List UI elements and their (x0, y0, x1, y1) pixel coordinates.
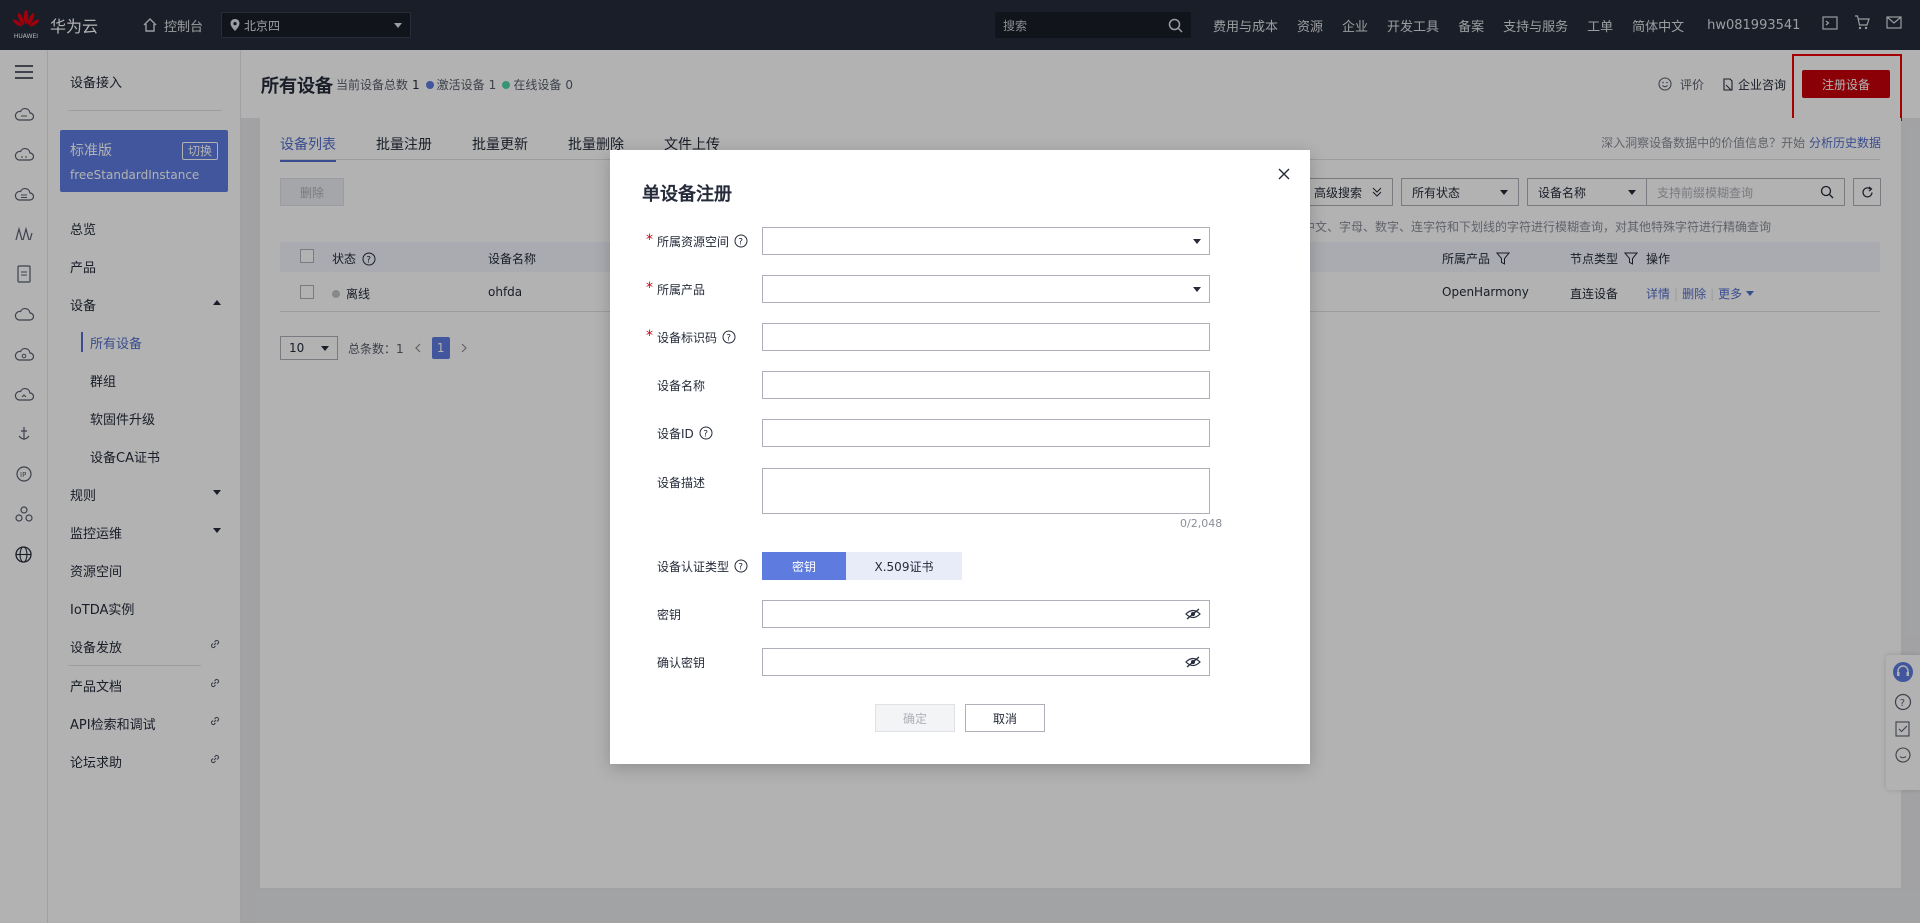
secret-input[interactable] (762, 600, 1210, 628)
svg-text:?: ? (703, 430, 708, 440)
svg-text:?: ? (738, 563, 743, 573)
field-node-id: * 设备标识码 ? (642, 323, 1210, 351)
help-icon[interactable]: ? (722, 330, 736, 344)
resource-space-label: * 所属资源空间 ? (642, 231, 762, 250)
field-confirm-secret: 确认密钥 (642, 648, 1210, 676)
field-description: 设备描述 (642, 468, 1210, 514)
required-mark: * (646, 327, 653, 344)
device-id-input[interactable] (762, 419, 1210, 447)
description-label: 设备描述 (642, 468, 762, 491)
device-name-label: 设备名称 (642, 377, 762, 394)
auth-type-toggle: 密钥 X.509证书 (762, 552, 962, 580)
node-id-input[interactable] (762, 323, 1210, 351)
product-label: * 所属产品 (642, 279, 762, 298)
auth-type-text: 设备认证类型 (657, 559, 730, 574)
confirm-button[interactable]: 确定 (875, 704, 955, 732)
required-mark: * (646, 279, 653, 296)
resource-space-text: 所属资源空间 (657, 234, 730, 249)
help-icon[interactable]: ? (734, 234, 748, 248)
description-text: 设备描述 (657, 476, 706, 490)
secret-text: 密钥 (657, 607, 682, 622)
field-secret: 密钥 (642, 600, 1210, 628)
device-name-text: 设备名称 (657, 378, 706, 393)
auth-x509-option[interactable]: X.509证书 (846, 552, 962, 580)
secret-label: 密钥 (642, 606, 762, 623)
dialog-title: 单设备注册 (642, 184, 732, 205)
auth-secret-option[interactable]: 密钥 (762, 552, 846, 580)
register-device-dialog: 单设备注册 * 所属资源空间 ? * 所属产品 * 设备标识码 ? 设备名称 设… (610, 150, 1310, 764)
svg-text:?: ? (738, 238, 743, 248)
required-mark: * (646, 231, 653, 248)
caret-down-icon (1193, 286, 1201, 292)
confirm-secret-text: 确认密钥 (657, 655, 706, 670)
field-auth-type: 设备认证类型 ? 密钥 X.509证书 (642, 552, 962, 580)
product-text: 所属产品 (657, 282, 706, 297)
product-select[interactable] (762, 275, 1210, 303)
help-icon[interactable]: ? (699, 426, 713, 440)
node-id-text: 设备标识码 (657, 330, 718, 345)
caret-down-icon (1193, 238, 1201, 244)
svg-text:?: ? (726, 334, 731, 344)
confirm-secret-input[interactable] (762, 648, 1210, 676)
description-counter: 0/2,048 (1180, 517, 1223, 530)
resource-space-select[interactable] (762, 227, 1210, 255)
field-device-name: 设备名称 (642, 371, 1210, 399)
device-id-text: 设备ID (657, 426, 694, 441)
close-icon (1278, 168, 1290, 180)
field-resource-space: * 所属资源空间 ? (642, 227, 1210, 255)
field-product: * 所属产品 (642, 275, 1210, 303)
description-textarea[interactable] (762, 468, 1210, 514)
cancel-button[interactable]: 取消 (965, 704, 1045, 732)
confirm-secret-label: 确认密钥 (642, 654, 762, 671)
node-id-label: * 设备标识码 ? (642, 327, 762, 346)
eye-hidden-icon[interactable] (1185, 656, 1201, 668)
device-id-label: 设备ID ? (642, 425, 762, 442)
dialog-close-button[interactable] (1278, 168, 1290, 180)
device-name-input[interactable] (762, 371, 1210, 399)
dialog-footer: 确定 取消 (875, 704, 1045, 732)
field-device-id: 设备ID ? (642, 419, 1210, 447)
help-icon[interactable]: ? (734, 559, 748, 573)
auth-type-label: 设备认证类型 ? (642, 558, 762, 575)
eye-hidden-icon[interactable] (1185, 608, 1201, 620)
